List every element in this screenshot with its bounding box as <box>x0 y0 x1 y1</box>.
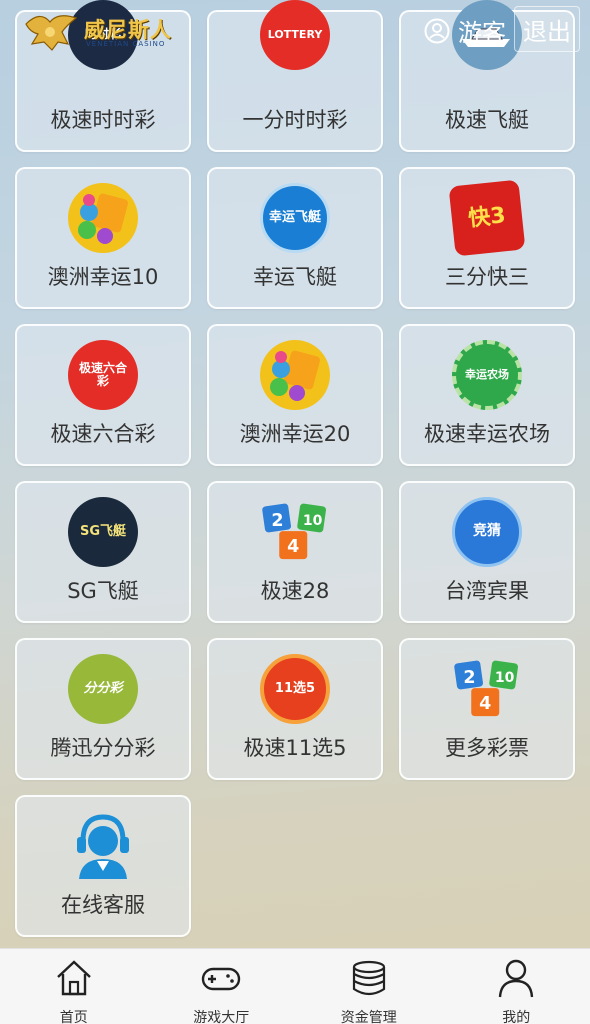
game-label: 一分时时彩 <box>242 108 348 132</box>
gamepad-icon <box>202 967 241 991</box>
svg-text:10: 10 <box>303 513 323 529</box>
nav-label: 首页 <box>59 1010 88 1024</box>
game-label: 极速时时彩 <box>50 108 156 132</box>
bingo-guess-icon: 竞猜 <box>452 497 522 567</box>
bottom-navigation: 首页 游戏大厅 资金管理 我的 <box>0 948 590 1024</box>
game-label: 幸运飞艇 <box>253 265 337 289</box>
game-label: SG飞艇 <box>67 579 139 603</box>
game-label: 三分快三 <box>445 265 529 289</box>
user-icon <box>499 959 534 998</box>
game-label: 极速六合彩 <box>50 422 156 446</box>
game-label: 极速11选5 <box>243 736 347 760</box>
nav-mine[interactable]: 我的 <box>443 949 590 1024</box>
game-tile-tengxun-ffc[interactable]: 分分彩 腾迅分分彩 <box>15 638 191 780</box>
fenfen-lottery-icon: 分分彩 <box>68 654 138 724</box>
game-label: 在线客服 <box>61 893 145 917</box>
sg-boat-icon: SG飞艇 <box>68 497 138 567</box>
logout-button[interactable]: 退出 <box>514 6 580 52</box>
game-tile-aozhou-10[interactable]: 澳洲幸运10 <box>15 167 191 309</box>
lucky-airship-icon: 幸运飞艇 <box>260 183 330 253</box>
game-tile-jisu-11x5[interactable]: 11选5 极速11选5 <box>207 638 383 780</box>
game-tile-aozhou-20[interactable]: 澳洲幸运20 <box>207 324 383 466</box>
svg-text:10: 10 <box>495 670 515 686</box>
game-label: 澳洲幸运20 <box>239 422 351 446</box>
number-tiles-icon: 2 10 4 <box>260 497 330 567</box>
game-grid: 时时彩 极速时时彩 LOTTERY 一分时时彩 极速飞艇 澳洲幸运10 幸运飞艇… <box>0 0 590 948</box>
nav-label: 游戏大厅 <box>193 1010 250 1024</box>
game-label: 台湾宾果 <box>445 579 529 603</box>
home-icon <box>56 960 91 996</box>
nav-game-hall[interactable]: 游戏大厅 <box>148 949 296 1024</box>
top-header: 威尼斯人 VENETIAN CASINO 游客 退出 <box>0 0 590 60</box>
lucky-balls-graphic <box>270 350 320 401</box>
guest-label: 游客 <box>458 19 506 47</box>
lucky-balls-icon <box>260 340 330 410</box>
game-tile-xingyun-feiting[interactable]: 幸运飞艇 幸运飞艇 <box>207 167 383 309</box>
svg-text:4: 4 <box>287 537 299 557</box>
game-label: 更多彩票 <box>445 736 529 760</box>
game-tile-customer-service[interactable]: 在线客服 <box>15 795 191 937</box>
nav-label: 资金管理 <box>340 1010 397 1024</box>
game-tile-taiwan-bingo[interactable]: 竞猜 台湾宾果 <box>399 481 575 623</box>
game-tile-jisu-28[interactable]: 2 10 4 极速28 <box>207 481 383 623</box>
winged-lion-icon <box>25 15 78 51</box>
svg-text:2: 2 <box>271 511 283 531</box>
svg-text:2: 2 <box>463 668 475 688</box>
game-label: 腾迅分分彩 <box>50 736 156 760</box>
number-tiles-icon: 2 10 4 <box>452 654 522 724</box>
lucky-farm-icon: 幸运农场 <box>452 340 522 410</box>
venetian-logo[interactable]: 威尼斯人 VENETIAN CASINO <box>22 10 182 52</box>
mark-six-icon: 极速六合彩 <box>68 340 138 410</box>
game-label: 极速幸运农场 <box>424 422 550 446</box>
lucky-balls-icon <box>68 183 138 253</box>
logo-subtitle: VENETIAN CASINO <box>86 40 166 48</box>
game-tile-xingyun-nongchang[interactable]: 幸运农场 极速幸运农场 <box>399 324 575 466</box>
game-tile-jisu-liuhecai[interactable]: 极速六合彩 极速六合彩 <box>15 324 191 466</box>
guest-user[interactable]: 游客 <box>424 13 506 48</box>
number-tiles-graphic: 2 10 4 <box>454 660 518 717</box>
nav-funds[interactable]: 资金管理 <box>295 949 443 1024</box>
svg-text:4: 4 <box>479 694 491 714</box>
coins-icon <box>352 960 385 996</box>
game-label: 极速28 <box>260 579 330 603</box>
game-tile-sg-feiting[interactable]: SG飞艇 SG飞艇 <box>15 481 191 623</box>
nav-home[interactable]: 首页 <box>0 949 148 1024</box>
number-tiles-graphic: 2 10 4 <box>262 503 326 560</box>
game-label: 极速飞艇 <box>445 108 529 132</box>
customer-service-icon <box>68 811 138 881</box>
user-circle-icon <box>424 18 450 43</box>
game-label: 澳洲幸运10 <box>47 265 159 289</box>
game-tile-more-lottery[interactable]: 2 10 4 更多彩票 <box>399 638 575 780</box>
game-tile-sanfen-k3[interactable]: 快3 三分快三 <box>399 167 575 309</box>
nav-label: 我的 <box>502 1010 531 1024</box>
support-agent-graphic <box>77 814 129 879</box>
lucky-balls-graphic <box>78 193 128 244</box>
kuai3-dice-icon: 快3 <box>448 179 526 257</box>
eleven-pick-five-icon: 11选5 <box>260 654 330 724</box>
